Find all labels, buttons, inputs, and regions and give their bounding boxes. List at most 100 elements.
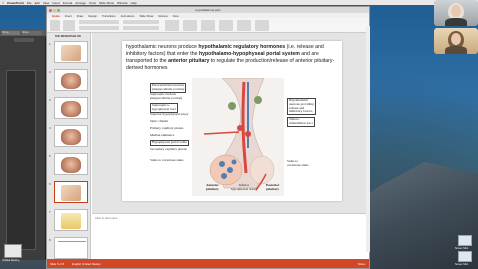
menu-insert[interactable]: Insert (52, 1, 60, 5)
tab-insert[interactable]: Insert (65, 14, 72, 18)
thumbnail-image (61, 213, 81, 229)
text-box-button[interactable] (219, 20, 233, 31)
desktop-file-label: Screen Shot (455, 247, 469, 250)
thumbnail-text-line (58, 241, 86, 242)
font-format-buttons[interactable] (79, 26, 119, 30)
status-slide-count: Slide 6 of 8 (50, 261, 64, 266)
convert-to-smartart-button[interactable] (165, 20, 179, 31)
notes-pane[interactable]: Click to add notes (92, 213, 369, 259)
alignment-buttons[interactable] (123, 26, 159, 30)
thumbnail-image (61, 129, 81, 145)
label-inferior-hypophyseal-artery: Inferior hypophyseal artery (231, 183, 257, 191)
maximize-icon[interactable] (57, 8, 60, 12)
label-primary-capillary-plexus: Primary capillary plexus (150, 126, 184, 130)
status-language[interactable]: English (United States) (72, 262, 101, 266)
video-tile-2[interactable] (434, 28, 478, 54)
tab-home[interactable]: Home (52, 14, 60, 18)
participant-face (451, 5, 461, 17)
desktop-file-label: Screen Shot (455, 263, 469, 266)
menu-file[interactable]: File (27, 1, 32, 5)
tab-animations[interactable]: Animations (121, 14, 135, 18)
close-icon[interactable] (49, 8, 52, 12)
slide-thumbnail-1[interactable]: 1 (49, 41, 88, 63)
background-share-button[interactable] (14, 38, 34, 42)
quick-styles-button[interactable] (255, 20, 269, 31)
background-tab-2[interactable]: Slides (22, 31, 42, 35)
ribbon-toolbar (47, 18, 369, 33)
background-tab-1[interactable]: Home (2, 31, 20, 35)
picture-button[interactable] (183, 20, 197, 31)
participant-body (445, 46, 467, 54)
label-posterior-pituitary: Posterior pituitary (266, 183, 280, 191)
minimized-window-thumbnail[interactable] (4, 244, 22, 258)
menu-bar:  PowerPoint File Edit View Insert Forma… (0, 0, 478, 5)
tab-review[interactable]: Review (158, 14, 167, 18)
tab-draw[interactable]: Draw (77, 14, 84, 18)
current-slide[interactable]: hypothalamic neurons produce hypothalami… (122, 41, 342, 201)
slide-body-text[interactable]: hypothalamic neurons produce hypothalami… (126, 44, 338, 72)
slide-thumbnail-2[interactable]: 2 (49, 69, 88, 91)
slide-thumbnail-6[interactable]: 6 (49, 181, 88, 203)
desktop-file-icon[interactable] (458, 235, 472, 246)
menu-arrange[interactable]: Arrange (75, 1, 86, 5)
paragraph-buttons[interactable] (123, 20, 159, 24)
background-window[interactable]: Home Slides (0, 30, 46, 260)
slide-number: 3 (49, 98, 51, 102)
minimized-window-label: Untitled Meeting (2, 259, 20, 262)
text-run-bold: hypothalamic regulatory hormones (198, 44, 286, 50)
menu-tools[interactable]: Tools (89, 1, 96, 5)
arrange-button[interactable] (237, 20, 251, 31)
minimize-icon[interactable] (53, 8, 56, 12)
label-hypophyseal-portal-veins: Hypophyseal portal veins (150, 140, 189, 146)
slide-number: 2 (49, 70, 51, 74)
text-run-bold: anterior pituitary (168, 58, 210, 64)
background-panel (6, 70, 36, 250)
menu-window[interactable]: Window (117, 1, 128, 5)
pituitary-portal-diagram[interactable]: Paraventricular nucleus (magnocellular p… (144, 78, 324, 196)
participant-face (451, 33, 461, 45)
thumbnail-image (61, 101, 81, 117)
menu-format[interactable]: Format (63, 1, 73, 5)
menu-app-name[interactable]: PowerPoint (7, 1, 24, 5)
status-bar: Slide 6 of 8 English (United States) Not… (47, 259, 369, 268)
desktop-file-icon[interactable] (458, 251, 472, 262)
tab-transitions[interactable]: Transitions (102, 14, 116, 18)
menu-help[interactable]: Help (131, 1, 137, 5)
tab-slide-show[interactable]: Slide Show (139, 14, 153, 18)
participant-body (445, 18, 467, 26)
vertical-scrollbar[interactable] (366, 26, 370, 252)
tab-view[interactable]: View (173, 14, 179, 18)
slide-thumbnail-7[interactable]: 7 (49, 209, 88, 231)
menu-view[interactable]: View (43, 1, 49, 5)
slide-thumbnail-4[interactable]: 4 (49, 125, 88, 147)
text-run: hypothalamic neurons produce (126, 44, 199, 50)
slide-thumbnail-3[interactable]: 3 (49, 97, 88, 119)
paste-button[interactable] (50, 20, 60, 31)
status-notes-toggle[interactable]: Notes (358, 262, 365, 266)
powerpoint-window: hypothalamus.pptx Home Insert Draw Desig… (46, 6, 370, 269)
menu-slide-show[interactable]: Slide Show (99, 1, 114, 5)
label-anterior-pituitary: Anterior pituitary (206, 183, 219, 191)
tab-design[interactable]: Design (88, 14, 97, 18)
text-run-bold: hypothalamo-hypophyseal portal system (198, 51, 300, 57)
document-title: hypothalamus.pptx (195, 8, 221, 12)
thumbnail-header: THE DIENCEPHALON (55, 35, 81, 38)
slide-number: 7 (49, 210, 51, 214)
menu-edit[interactable]: Edit (35, 1, 40, 5)
video-tile-1[interactable] (434, 0, 478, 26)
thumbnail-image (61, 157, 81, 173)
slide-thumbnail-5[interactable]: 5 (49, 153, 88, 175)
thumbnail-image (61, 45, 81, 61)
apple-icon[interactable]:  (2, 1, 4, 5)
font-family-select[interactable] (79, 20, 119, 24)
slide-thumbnail-8[interactable]: 8 (49, 237, 88, 259)
slide-editing-area[interactable]: hypothalamic neurons produce hypothalami… (92, 33, 369, 213)
notes-placeholder: Click to add notes (95, 216, 118, 220)
label-veins-to-cavernous-sinus-left: Veins to cavernous sinus (150, 158, 184, 162)
slide-thumbnails-panel[interactable]: THE DIENCEPHALON 1 2 3 4 5 6 7 8 (47, 33, 91, 259)
slide-number: 1 (49, 42, 51, 46)
shapes-button[interactable] (201, 20, 215, 31)
thumbnail-image (61, 185, 81, 201)
slide-number: 6 (49, 182, 51, 186)
new-slide-button[interactable] (63, 20, 75, 31)
